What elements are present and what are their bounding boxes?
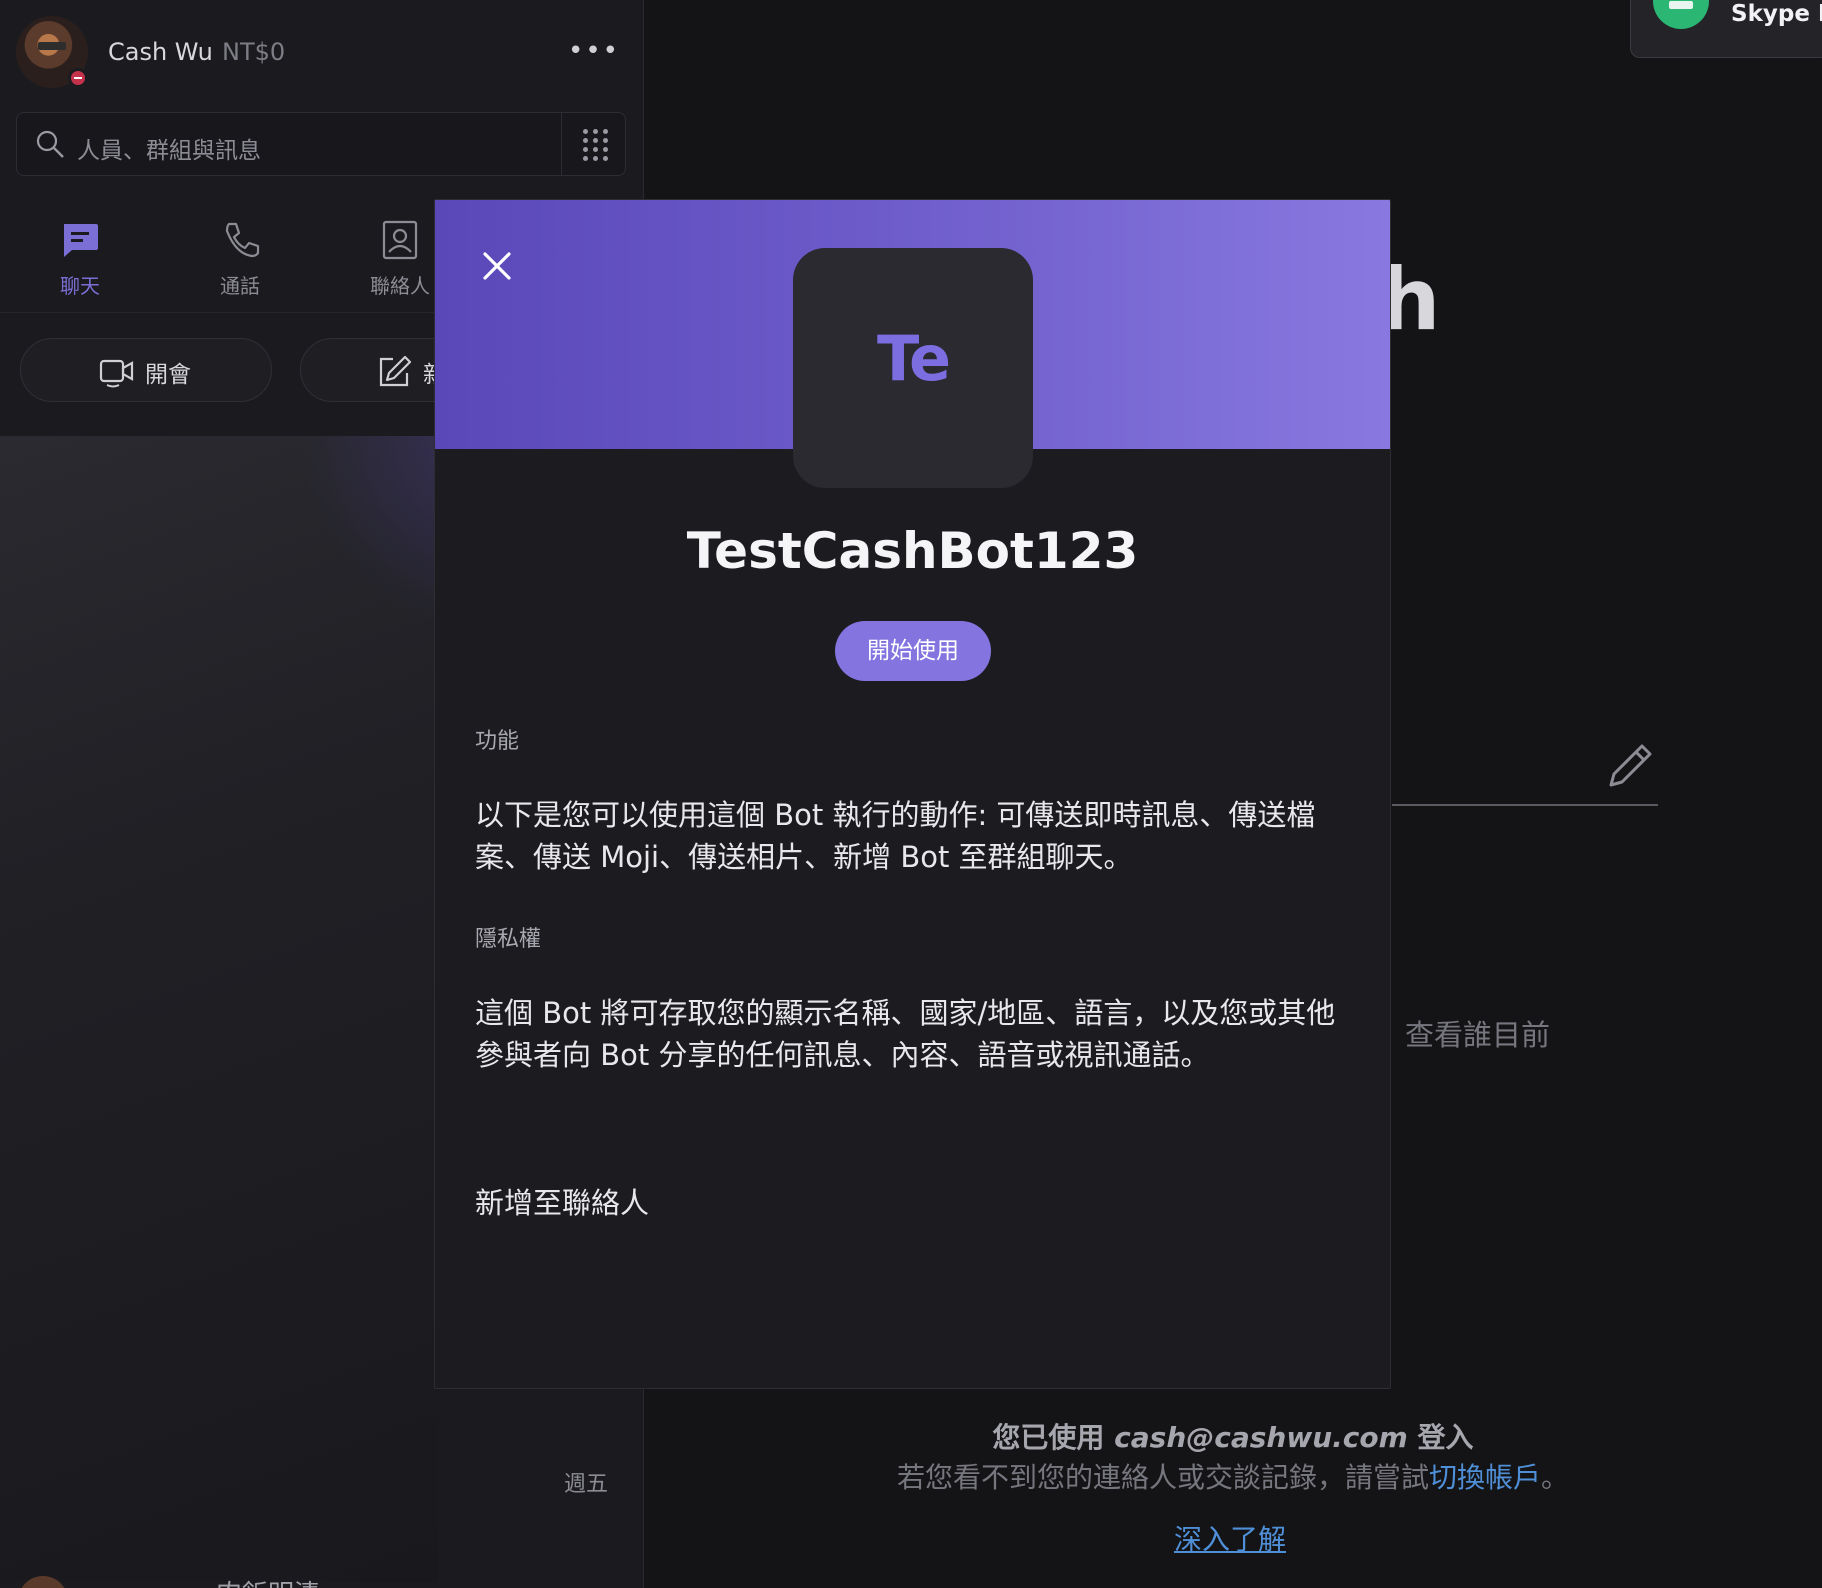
signed-in-prefix: 您已使用 (992, 1421, 1115, 1454)
presence-busy-icon (68, 68, 88, 88)
switch-account-hint: 若您看不到您的連絡人或交談記錄，請嘗試切換帳戶。 (0, 1456, 1822, 1496)
privacy-label: 隱私權 (475, 927, 542, 952)
shield-icon (1653, 0, 1709, 29)
features-text: 以下是您可以使用這個 Bot 執行的動作: 可傳送即時訊息、傳送檔案、傳送 Mo… (475, 798, 1316, 874)
edit-pencil-icon[interactable] (1606, 742, 1654, 790)
hint-suffix: 。 (1541, 1461, 1570, 1494)
bot-profile-dialog: Te TestCashBot123 開始使用 功能 以下是您可以使用這個 Bot… (434, 199, 1391, 1389)
features-label: 功能 (475, 729, 520, 754)
tab-calls[interactable]: 通話 (180, 210, 300, 299)
toast-title: Skype He (1731, 1, 1822, 27)
dialpad-icon (583, 129, 608, 161)
name-underline (1392, 804, 1658, 806)
phone-icon (225, 222, 260, 258)
welcome-description: ，查看誰目前 (1376, 1018, 1551, 1052)
meet-now-button[interactable]: 開會 (20, 338, 272, 402)
chat-item-title[interactable]: 肉飯明清 (112, 1574, 320, 1588)
get-started-button[interactable]: 開始使用 (835, 621, 991, 681)
signed-in-notice: 您已使用 cash@cashwu.com 登入 (0, 1416, 1822, 1456)
switch-account-link[interactable]: 切換帳戶 (1429, 1461, 1541, 1494)
signed-in-email: cash@cashwu.com (1114, 1421, 1408, 1454)
signed-in-suffix: 登入 (1407, 1421, 1474, 1454)
tab-label: 通話 (220, 274, 260, 298)
add-to-contacts-button[interactable]: 新增至聯絡人 (475, 1180, 649, 1222)
learn-more-link[interactable]: 深入了解 (1174, 1518, 1286, 1558)
search-input[interactable]: 人員、群組與訊息 (77, 131, 261, 165)
bot-avatar: Te (793, 248, 1033, 488)
compose-icon (379, 355, 412, 387)
privacy-text: 這個 Bot 將可存取您的顯示名稱、國家/地區、語言，以及您或其他參與者向 Bo… (475, 996, 1336, 1072)
meet-now-label: 開會 (145, 362, 191, 388)
credit-balance[interactable]: NT$0 (222, 38, 285, 66)
notification-toast[interactable]: Skype He (1630, 0, 1822, 58)
search-bar[interactable]: 人員、群組與訊息 (16, 112, 626, 176)
close-icon[interactable] (477, 246, 517, 286)
search-icon (36, 130, 64, 158)
dialpad-button[interactable] (561, 113, 625, 175)
tab-chats[interactable]: 聊天 (20, 210, 140, 299)
contacts-icon (382, 220, 418, 260)
chat-icon (64, 224, 98, 257)
user-name[interactable]: Cash Wu (108, 38, 213, 66)
profile-row: Cash Wu NT$0 ••• (16, 16, 628, 90)
hint-text: 若您看不到您的連絡人或交談記錄，請嘗試 (896, 1461, 1429, 1494)
video-icon (99, 359, 134, 388)
more-options-icon[interactable]: ••• (568, 36, 620, 66)
bot-avatar-initials: Te (876, 322, 951, 395)
tab-label: 聊天 (60, 274, 100, 298)
bot-name: TestCashBot123 (686, 522, 1139, 580)
